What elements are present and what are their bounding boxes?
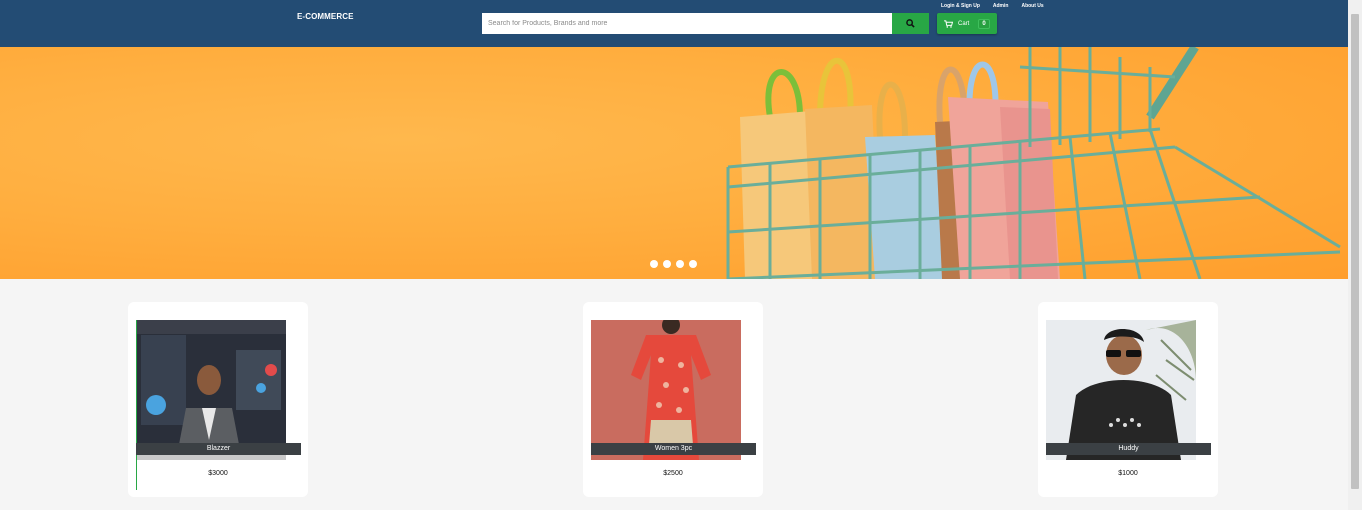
product-price: $3000 [208,470,228,477]
carousel-dot-1[interactable] [650,260,658,268]
card-accent-line [136,320,137,490]
product-card[interactable]: Huddy $1000 [1038,302,1218,497]
search-icon [906,19,915,28]
navbar: E-COMMERCE Cart 0 Login & Sign Up Admin … [0,0,1348,47]
product-image[interactable] [1046,320,1196,460]
carousel-indicators [650,260,697,268]
search-bar [482,13,929,34]
cart-label: Cart [958,20,970,27]
product-image[interactable] [136,320,286,460]
product-name: Women 3pc [591,443,756,455]
cart-icon [944,19,953,28]
product-name: Huddy [1046,443,1211,455]
product-card[interactable]: Blazzer $3000 [128,302,308,497]
hero-banner[interactable] [0,47,1348,279]
cart-button[interactable]: Cart 0 [937,13,997,34]
scrollbar-thumb[interactable] [1351,14,1359,489]
about-us-link[interactable]: About Us [1021,3,1043,9]
product-image[interactable] [591,320,741,460]
product-card[interactable]: Women 3pc $2500 [583,302,763,497]
product-name: Blazzer [136,443,301,455]
page-scrollbar[interactable] [1348,0,1362,510]
product-price: $2500 [663,470,683,477]
product-price: $1000 [1118,470,1138,477]
shopping-cart-illustration [726,47,1341,279]
carousel-dot-2[interactable] [663,260,671,268]
cart-count-badge: 0 [978,18,990,29]
top-nav: Login & Sign Up Admin About Us [941,3,1044,9]
brand-logo[interactable]: E-COMMERCE [297,12,354,21]
search-button[interactable] [892,13,929,34]
login-signup-link[interactable]: Login & Sign Up [941,3,980,9]
admin-link[interactable]: Admin [993,3,1009,9]
carousel-dot-3[interactable] [676,260,684,268]
search-input[interactable] [482,13,892,34]
carousel-dot-4[interactable] [689,260,697,268]
